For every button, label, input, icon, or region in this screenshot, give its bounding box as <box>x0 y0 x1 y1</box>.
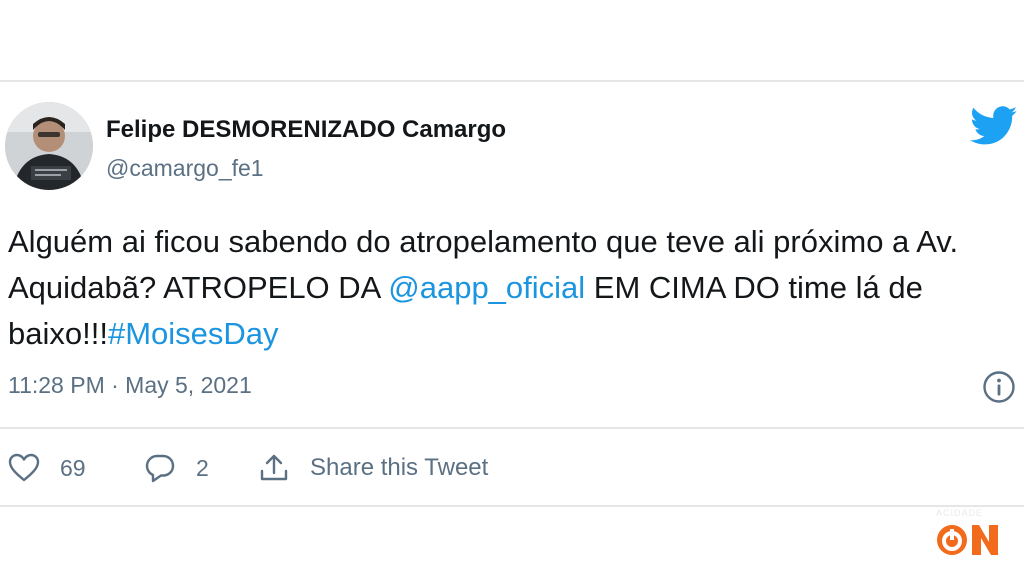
tweet-text: Alguém ai ficou sabendo do atropelamento… <box>8 219 1008 357</box>
hashtag-link[interactable]: #MoisesDay <box>108 316 279 351</box>
share-button[interactable]: Share this Tweet <box>258 448 488 488</box>
share-icon <box>260 454 288 481</box>
author-display-name[interactable]: Felipe DESMORENIZADO Camargo <box>106 116 506 144</box>
tweet-actions: 69 2 Share this Tweet <box>0 448 700 488</box>
reply-button[interactable]: 2 <box>144 448 209 488</box>
on-logo-icon <box>937 525 998 555</box>
avatar[interactable] <box>5 102 93 190</box>
share-label: Share this Tweet <box>310 454 489 481</box>
watermark-logo: ACIDADE <box>934 508 1002 560</box>
author-handle[interactable]: @camargo_fe1 <box>106 155 264 182</box>
mention-link[interactable]: @aapp_oficial <box>388 270 585 305</box>
watermark-tagline: ACIDADE <box>936 508 984 518</box>
avatar-image <box>5 102 93 190</box>
mid-divider <box>0 427 1024 429</box>
top-divider <box>0 80 1024 82</box>
reply-bubble-icon <box>145 454 175 483</box>
like-count: 69 <box>60 454 86 481</box>
reply-count: 2 <box>196 454 209 481</box>
bottom-divider <box>0 505 1024 507</box>
twitter-bird-icon[interactable] <box>970 106 1018 146</box>
info-icon[interactable] <box>982 370 1016 404</box>
like-button[interactable]: 69 <box>8 448 86 488</box>
tweet-timestamp[interactable]: 11:28 PM · May 5, 2021 <box>8 372 252 399</box>
heart-icon <box>8 453 40 482</box>
